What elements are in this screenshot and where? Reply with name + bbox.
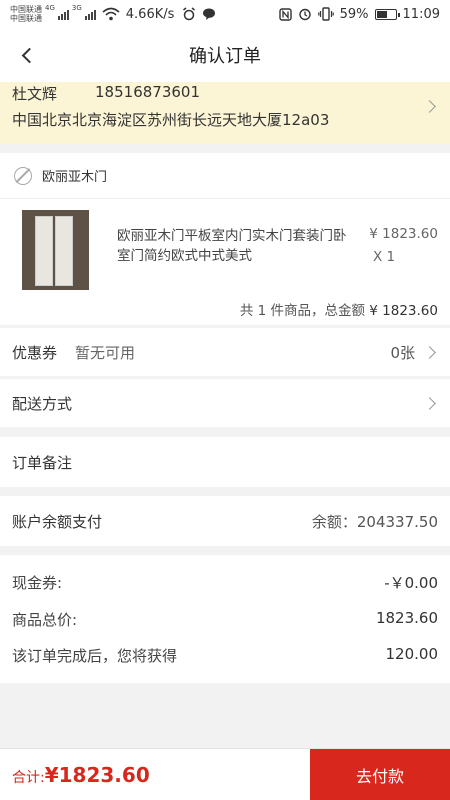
- pay-button[interactable]: 去付款: [310, 749, 450, 800]
- signal-icon: [57, 8, 69, 20]
- battery-percent: 59%: [339, 6, 369, 22]
- reward-line: 该订单完成后，您将获得 120.00: [12, 645, 438, 666]
- order-total: 合计: ¥1823.60: [0, 763, 150, 787]
- checkout-bar: 合计: ¥1823.60 去付款: [0, 748, 450, 800]
- coupon-count: 0张: [390, 343, 415, 362]
- signal-icon-2: [84, 8, 96, 20]
- balance-payment-row[interactable]: 账户余额支付 余额：204337.50: [0, 496, 450, 546]
- order-summary: 现金券: -￥0.00 商品总价: 1823.60 该订单完成后，您将获得 12…: [0, 555, 450, 683]
- chat-icon: [203, 8, 216, 20]
- total-label: 合计:: [12, 769, 45, 786]
- shop-summary: 共 1 件商品，总金额 ¥ 1823.60: [240, 299, 438, 319]
- shop-summary-text: 共 1 件商品，总金额: [239, 303, 365, 319]
- clock: 11:09: [402, 6, 440, 22]
- carrier-2: 中国联通: [10, 14, 42, 23]
- reward-value: 120.00: [385, 645, 439, 663]
- shop-name: 欧丽亚木门: [42, 170, 108, 185]
- cash-coupon-line: 现金券: -￥0.00: [12, 572, 438, 593]
- goods-total-label: 商品总价:: [12, 611, 78, 629]
- coupon-right: 0张: [390, 342, 438, 363]
- recipient-line: 杜文辉 18516873601: [12, 83, 200, 104]
- balance-label: 账户余额支付: [12, 512, 103, 531]
- address-detail: 中国北京北京海淀区苏州街长远天地大厦12a03: [12, 111, 330, 129]
- page-title: 确认订单: [189, 46, 261, 67]
- wifi-icon: [102, 7, 120, 21]
- network-type-1: 4G: [45, 4, 55, 12]
- product-title[interactable]: 欧丽亚木门平板室内门实木门套装门卧室门简约欧式中式美式: [117, 226, 357, 266]
- door-panel-right: [55, 216, 73, 286]
- remark-label: 订单备注: [12, 453, 73, 472]
- delivery-label: 配送方式: [12, 394, 73, 413]
- recipient-name: 杜文辉: [12, 85, 58, 103]
- network-speed: 4.66K/s: [125, 6, 175, 22]
- nfc-icon: [278, 7, 292, 21]
- coupon-status: 暂无可用: [75, 343, 136, 362]
- cash-coupon-value: -￥0.00: [384, 574, 438, 592]
- nav-bar: 确认订单: [0, 28, 450, 82]
- status-bar: 中国联通 中国联通 4G 3G 4.66K/s 59% 11:09: [0, 0, 450, 28]
- reward-label: 该订单完成后，您将获得: [12, 647, 178, 665]
- chevron-right-icon: [423, 396, 436, 410]
- door-panel-left: [35, 216, 53, 286]
- chevron-right-icon: [423, 100, 436, 113]
- alarm-icon: [183, 7, 196, 21]
- alarm-clock-icon: [298, 8, 311, 21]
- back-arrow-icon: [21, 47, 37, 63]
- battery-icon: [374, 8, 400, 20]
- back-button[interactable]: [14, 42, 40, 68]
- order-remark-row[interactable]: 订单备注: [0, 437, 450, 487]
- carrier-info: 中国联通 中国联通: [10, 5, 42, 23]
- product-quantity: X 1: [373, 249, 396, 265]
- total-amount: ¥1823.60: [44, 762, 150, 787]
- shipping-address[interactable]: 杜文辉 18516873601 中国北京北京海淀区苏州街长远天地大厦12a03: [0, 82, 450, 144]
- carrier-1: 中国联通: [10, 5, 42, 14]
- shop-section: 欧丽亚木门 欧丽亚木门平板室内门实木门套装门卧室门简约欧式中式美式 ¥ 1823…: [0, 153, 450, 325]
- chevron-right-icon: [423, 345, 436, 359]
- delivery-right: [415, 396, 438, 410]
- shop-icon: [14, 166, 32, 185]
- product-price: ¥ 1823.60: [369, 226, 438, 242]
- cash-coupon-label: 现金券:: [12, 574, 63, 592]
- network-type-2: 3G: [71, 4, 82, 12]
- vibrate-icon: [317, 7, 334, 21]
- coupon-row[interactable]: 优惠券 暂无可用 0张: [0, 328, 450, 376]
- product-image[interactable]: [22, 210, 89, 290]
- goods-total-line: 商品总价: 1823.60: [12, 609, 438, 630]
- delivery-row[interactable]: 配送方式: [0, 379, 450, 427]
- balance-value: 余额：204337.50: [311, 512, 438, 531]
- shop-header: 欧丽亚木门: [0, 153, 450, 199]
- goods-total-value: 1823.60: [375, 609, 438, 627]
- recipient-phone: 18516873601: [95, 83, 200, 101]
- coupon-label: 优惠券: [12, 343, 58, 362]
- shop-summary-total: ¥ 1823.60: [369, 303, 438, 319]
